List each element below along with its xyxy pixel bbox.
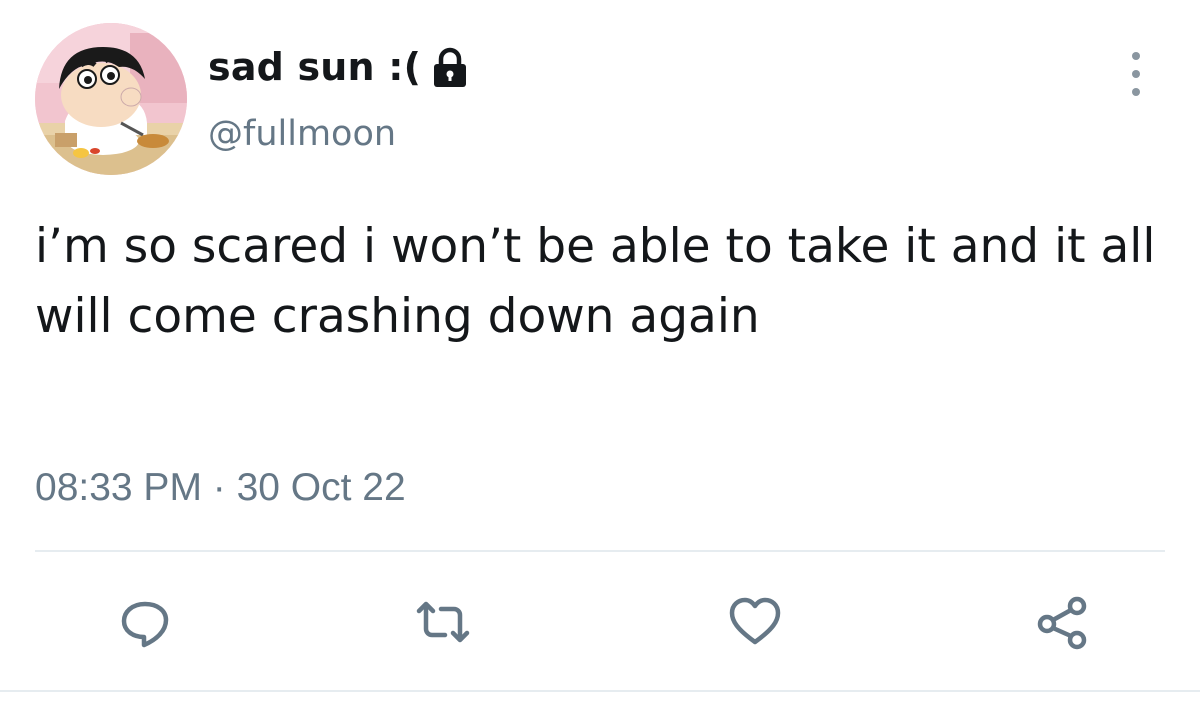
display-name[interactable]: sad sun :( <box>208 45 421 89</box>
reply-icon <box>121 601 169 648</box>
tweet-text: i’m so scared i won’t be able to take it… <box>35 219 1156 344</box>
reply-button[interactable] <box>115 592 175 652</box>
tweet-timestamp[interactable]: 08:33 PM · 30 Oct 22 <box>35 466 406 510</box>
share-icon <box>1037 596 1087 650</box>
lock-icon <box>429 47 471 89</box>
heart-icon <box>729 597 781 645</box>
share-button[interactable] <box>1033 592 1093 652</box>
retweet-button[interactable] <box>413 592 473 652</box>
display-name-row: sad sun :( <box>208 38 471 96</box>
user-handle[interactable]: @fullmoon <box>208 114 396 154</box>
avatar[interactable] <box>35 23 187 175</box>
bottom-divider <box>0 690 1200 692</box>
more-options-icon[interactable] <box>1121 52 1151 96</box>
like-button[interactable] <box>725 592 785 652</box>
divider <box>35 550 1165 552</box>
retweet-icon <box>416 601 470 643</box>
avatar-image <box>35 23 187 175</box>
